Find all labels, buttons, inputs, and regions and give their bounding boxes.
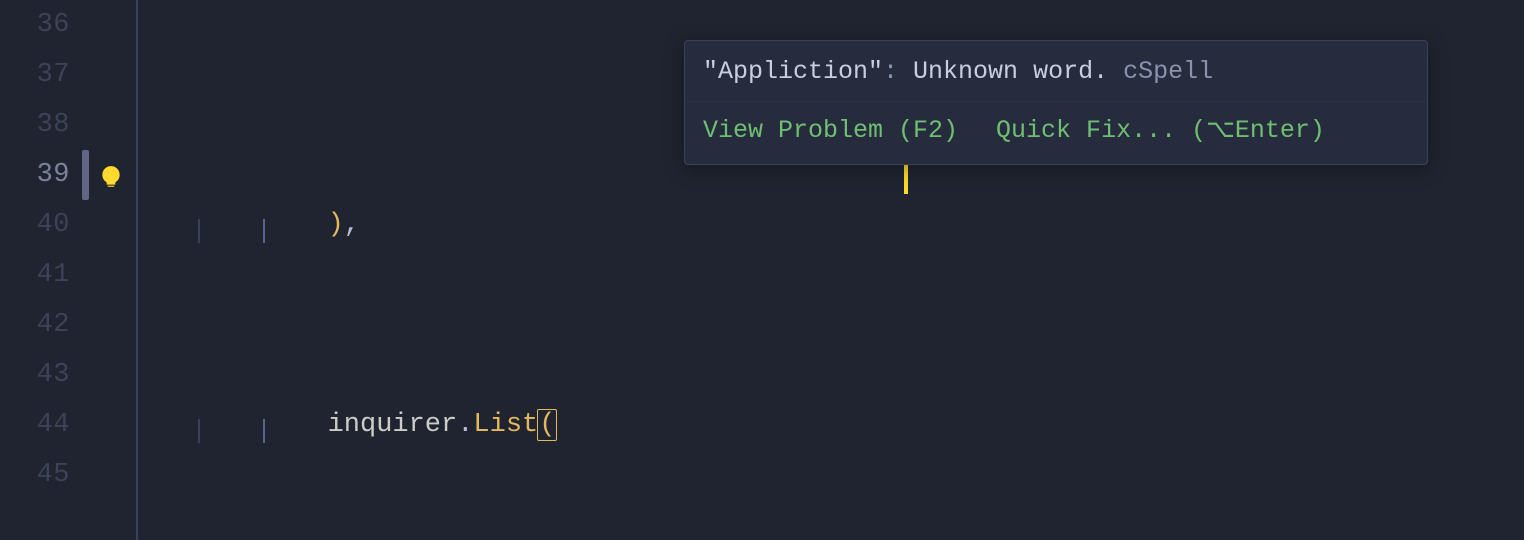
line-number: 40	[0, 200, 70, 250]
dot: .	[457, 410, 473, 440]
glyph-margin	[88, 0, 138, 540]
code-editor[interactable]: 36 37 38 39 40 41 42 43 44 45 ), inquire…	[0, 0, 1524, 540]
hover-actions: View Problem (F2) Quick Fix... (⌥Enter)	[685, 101, 1427, 164]
line-number: 44	[0, 400, 70, 450]
paren-open: (	[537, 409, 557, 441]
lightbulb-icon[interactable]	[98, 160, 124, 210]
line-number-gutter: 36 37 38 39 40 41 42 43 44 45	[0, 0, 88, 540]
line-number: 36	[0, 0, 70, 50]
line-number: 43	[0, 350, 70, 400]
comma: ,	[344, 210, 360, 240]
line-number: 37	[0, 50, 70, 100]
line-number: 38	[0, 100, 70, 150]
hover-text: Unknown word.	[913, 57, 1108, 86]
line-number: 41	[0, 250, 70, 300]
paren-close: )	[328, 210, 344, 240]
hover-word: "Appliction"	[703, 57, 883, 86]
hover-source: cSpell	[1108, 57, 1213, 86]
view-problem-action[interactable]: View Problem (F2)	[703, 108, 958, 154]
hover-tooltip: "Appliction": Unknown word. cSpell View …	[684, 40, 1428, 165]
quick-fix-action[interactable]: Quick Fix... (⌥Enter)	[996, 108, 1325, 154]
line-number: 39	[0, 150, 70, 200]
code-line[interactable]: ),	[138, 200, 1524, 250]
hover-message: "Appliction": Unknown word. cSpell	[685, 41, 1427, 101]
line-number: 42	[0, 300, 70, 350]
line-number: 45	[0, 450, 70, 500]
method: List	[473, 410, 538, 440]
identifier: inquirer	[328, 410, 458, 440]
code-line[interactable]: inquirer.List(	[138, 400, 1524, 450]
